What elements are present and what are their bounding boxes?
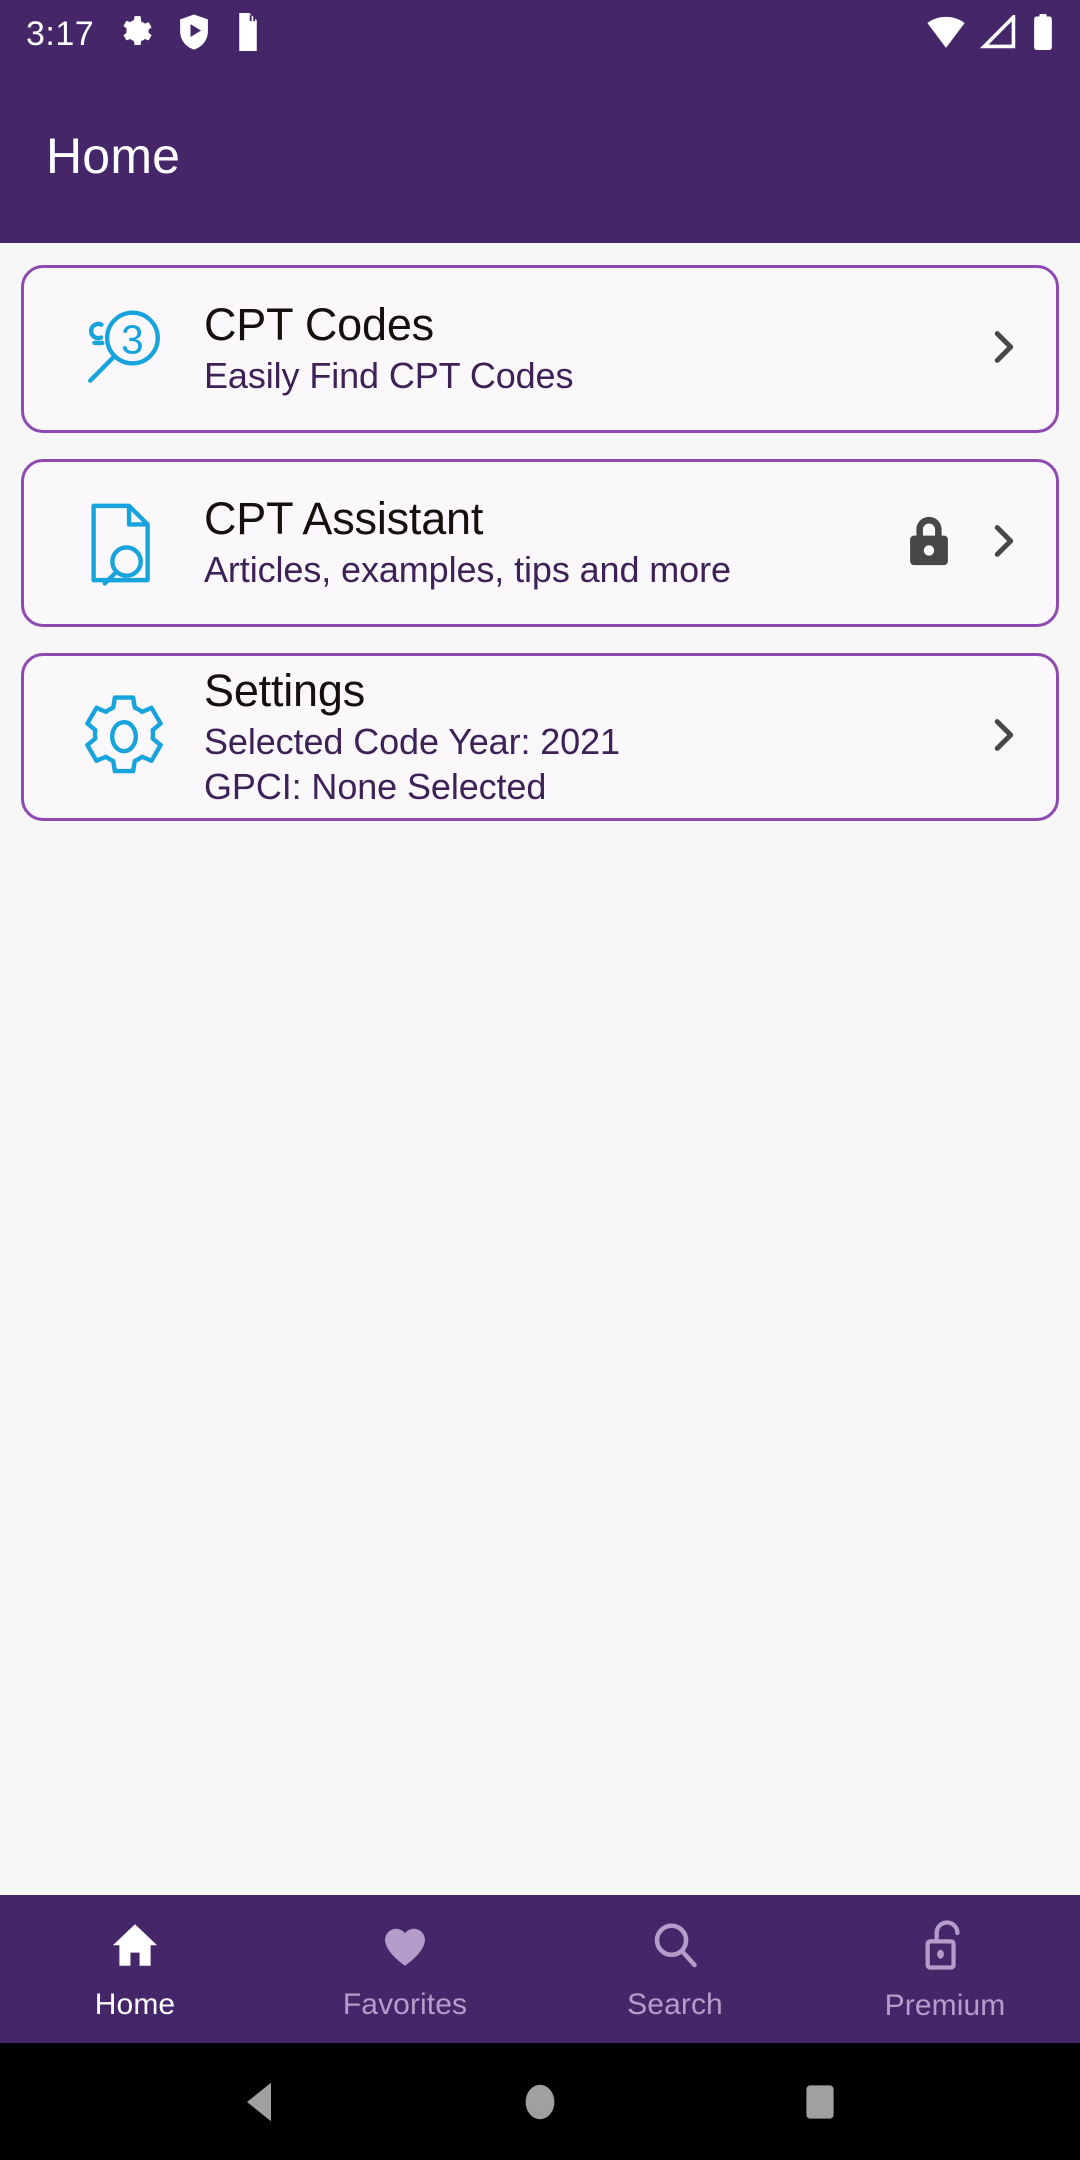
- search-icon: [649, 1919, 701, 1976]
- status-bar-right: [926, 12, 1054, 55]
- main-content: 3 CPT Codes Easily Find CPT Codes CPT As…: [0, 243, 1080, 1895]
- card-title: CPT Assistant: [204, 493, 484, 545]
- bottom-navigation-bar: Home Favorites Search Premium: [0, 1895, 1080, 2043]
- card-title: CPT Codes: [204, 299, 434, 351]
- status-bar: 3:17: [0, 0, 1080, 68]
- status-bar-clock: 3:17: [26, 15, 95, 53]
- cell-signal-icon: [979, 12, 1018, 54]
- card-settings-body: Settings Selected Code Year: 2021 GPCI: …: [194, 664, 980, 808]
- nav-label-search: Search: [627, 1987, 723, 2021]
- back-button[interactable]: [238, 2078, 282, 2126]
- chevron-right-icon[interactable]: [980, 324, 1026, 375]
- android-system-navigation: [0, 2043, 1080, 2160]
- sd-card-icon: [234, 12, 262, 56]
- card-subtitle-code-year: Selected Code Year: 2021: [204, 721, 620, 763]
- card-cpt-codes-body: CPT Codes Easily Find CPT Codes: [194, 299, 980, 398]
- gear-outline-icon: [54, 683, 194, 791]
- svg-text:3: 3: [121, 316, 144, 362]
- home-icon: [109, 1919, 161, 1976]
- card-cpt-assistant-body: CPT Assistant Articles, examples, tips a…: [194, 493, 904, 592]
- document-search-icon: [54, 489, 194, 597]
- page-title: Home: [46, 127, 181, 184]
- card-settings[interactable]: Settings Selected Code Year: 2021 GPCI: …: [21, 653, 1059, 821]
- recents-button[interactable]: [798, 2078, 842, 2126]
- nav-item-favorites[interactable]: Favorites: [270, 1895, 540, 2043]
- nav-item-search[interactable]: Search: [540, 1895, 810, 2043]
- phone-screen: 3:17 Home 3 CPT Codes Easily Find CPT Co…: [0, 0, 1080, 2160]
- shield-play-icon: [176, 13, 212, 56]
- nav-label-premium: Premium: [884, 1988, 1006, 2022]
- card-subtitle: Easily Find CPT Codes: [204, 355, 574, 397]
- home-button[interactable]: [518, 2078, 562, 2126]
- card-cpt-assistant[interactable]: CPT Assistant Articles, examples, tips a…: [21, 459, 1059, 627]
- nav-item-premium[interactable]: Premium: [810, 1895, 1080, 2043]
- wifi-icon: [926, 15, 966, 54]
- chevron-right-icon[interactable]: [980, 712, 1026, 763]
- card-cpt-assistant-trailing: [904, 514, 1034, 573]
- card-cpt-codes-trailing: [980, 324, 1034, 375]
- gear-icon: [116, 13, 154, 56]
- chevron-right-icon[interactable]: [980, 518, 1026, 569]
- battery-icon: [1032, 13, 1054, 55]
- nav-label-home: Home: [94, 1987, 176, 2021]
- lock-open-icon: [920, 1918, 970, 1977]
- status-bar-left: 3:17: [26, 12, 262, 56]
- nav-label-favorites: Favorites: [342, 1987, 468, 2021]
- card-subtitle-gpci: GPCI: None Selected: [204, 765, 547, 807]
- nav-item-home[interactable]: Home: [0, 1895, 270, 2043]
- heart-icon: [379, 1919, 431, 1976]
- card-title: Settings: [204, 664, 365, 716]
- card-subtitle: Articles, examples, tips and more: [204, 549, 731, 591]
- card-cpt-codes[interactable]: 3 CPT Codes Easily Find CPT Codes: [21, 265, 1059, 433]
- lock-closed-icon: [904, 514, 954, 573]
- magnifier-three-icon: 3: [54, 295, 194, 403]
- app-bar: Home: [0, 68, 1080, 243]
- card-settings-trailing: [980, 712, 1034, 763]
